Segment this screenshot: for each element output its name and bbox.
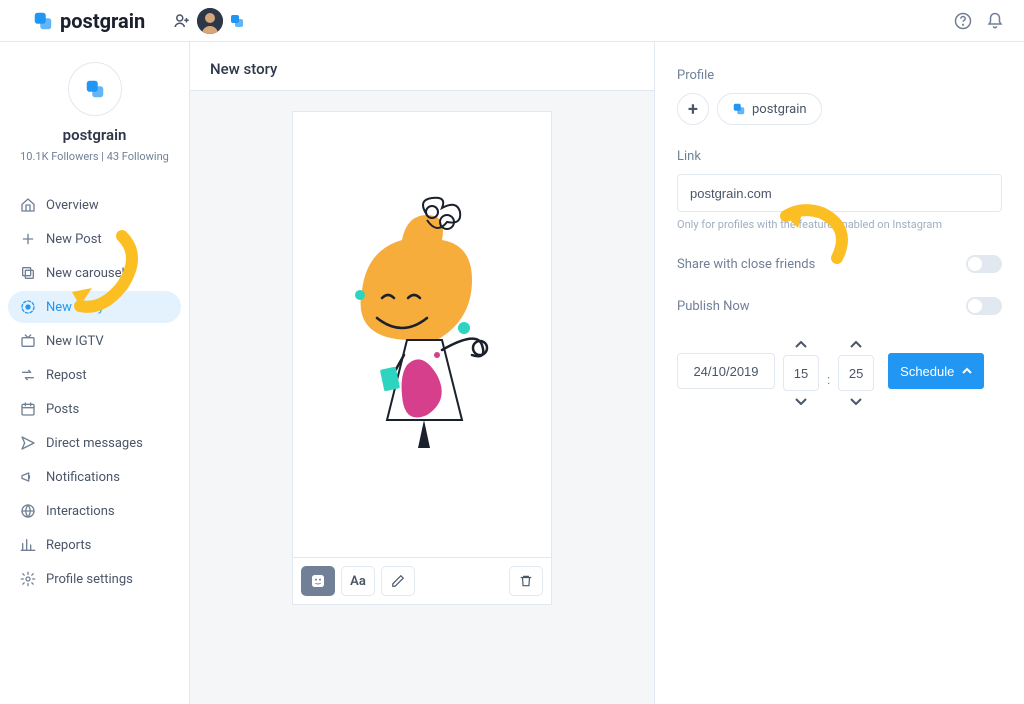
sidebar-avatar[interactable] [68,62,122,116]
logo-icon [84,78,106,100]
sidebar-item-posts[interactable]: Posts [8,393,181,425]
story-canvas: Aa [292,111,552,605]
globe-icon [20,503,36,519]
gear-icon [20,571,36,587]
sticker-icon [310,573,326,589]
draw-tool[interactable] [381,566,415,596]
sidebar-item-label: Posts [46,402,79,417]
trash-icon [519,574,533,588]
sidebar-item-label: New IGTV [46,334,104,349]
text-tool-label: Aa [350,574,366,589]
story-preview[interactable] [293,112,551,557]
close-friends-toggle[interactable] [966,255,1002,273]
repost-icon [20,367,36,383]
sidebar-item-overview[interactable]: Overview [8,189,181,221]
sidebar-item-label: Interactions [46,504,115,519]
sidebar-item-label: Direct messages [46,436,143,451]
chevron-up-icon [850,341,862,349]
hours-up[interactable] [789,339,813,351]
hours-down[interactable] [789,395,813,407]
profile-label: Profile [677,68,1002,83]
minutes-up[interactable] [844,339,868,351]
sidebar-item-new-post[interactable]: New Post [8,223,181,255]
story-icon [20,299,36,315]
date-input[interactable] [677,353,775,389]
link-help-text: Only for profiles with the feature enabl… [677,218,1002,231]
add-profile-button[interactable]: + [677,93,709,125]
account-switcher[interactable] [173,8,245,34]
sidebar-item-repost[interactable]: Repost [8,359,181,391]
layers-icon [20,265,36,281]
sticker-tool[interactable] [301,566,335,596]
help-icon[interactable] [954,12,972,30]
sidebar-item-label: New carousel [46,266,125,281]
logo-icon [32,10,54,32]
megaphone-icon [20,469,36,485]
chevron-down-icon [795,397,807,405]
sidebar-item-label: New story [46,300,104,315]
close-friends-label: Share with close friends [677,257,815,272]
caret-up-icon [962,366,972,376]
plus-icon [20,231,36,247]
calendar-icon [20,401,36,417]
publish-now-label: Publish Now [677,299,750,314]
link-label: Link [677,149,1002,164]
sidebar-item-label: Overview [46,198,99,213]
delete-tool[interactable] [509,566,543,596]
settings-panel: Profile + postgrain Link Only for profil… [654,42,1024,704]
schedule-button-label: Schedule [900,364,954,379]
sidebar-item-label: Repost [46,368,87,383]
text-tool[interactable]: Aa [341,566,375,596]
mini-logo-icon [229,13,245,29]
sidebar-profile-name: postgrain [63,126,127,144]
pencil-icon [391,574,405,588]
sidebar-profile-stats: 10.1K Followers | 43 Following [20,150,169,163]
tv-icon [20,333,36,349]
sidebar-item-interactions[interactable]: Interactions [8,495,181,527]
minutes-input[interactable] [838,355,874,391]
publish-now-toggle[interactable] [966,297,1002,315]
hours-input[interactable] [783,355,819,391]
logo-icon [732,102,746,116]
sidebar-item-label: Reports [46,538,91,553]
profile-chip-label: postgrain [752,102,807,117]
sidebar-item-label: New Post [46,232,102,247]
schedule-button[interactable]: Schedule [888,353,984,389]
sidebar-item-label: Notifications [46,470,120,485]
app-logo[interactable]: postgrain [32,9,145,33]
page-title: New story [190,42,654,91]
chart-icon [20,537,36,553]
sidebar-item-new-carousel[interactable]: New carousel [8,257,181,289]
sidebar-item-direct-messages[interactable]: Direct messages [8,427,181,459]
logo-text: postgrain [60,9,145,33]
avatar [197,8,223,34]
sidebar: postgrain 10.1K Followers | 43 Following… [0,42,190,704]
sidebar-item-new-story[interactable]: New story [8,291,181,323]
sidebar-item-notifications[interactable]: Notifications [8,461,181,493]
send-icon [20,435,36,451]
sidebar-item-profile-settings[interactable]: Profile settings [8,563,181,595]
chevron-down-icon [850,397,862,405]
sidebar-item-reports[interactable]: Reports [8,529,181,561]
sidebar-item-new-igtv[interactable]: New IGTV [8,325,181,357]
bell-icon[interactable] [986,12,1004,30]
profile-chip[interactable]: postgrain [717,93,822,125]
home-icon [20,197,36,213]
link-input[interactable] [677,174,1002,212]
time-separator: : [827,373,830,388]
minutes-down[interactable] [844,395,868,407]
add-user-icon [173,12,191,30]
sidebar-item-label: Profile settings [46,572,133,587]
story-illustration [332,190,512,480]
chevron-up-icon [795,341,807,349]
